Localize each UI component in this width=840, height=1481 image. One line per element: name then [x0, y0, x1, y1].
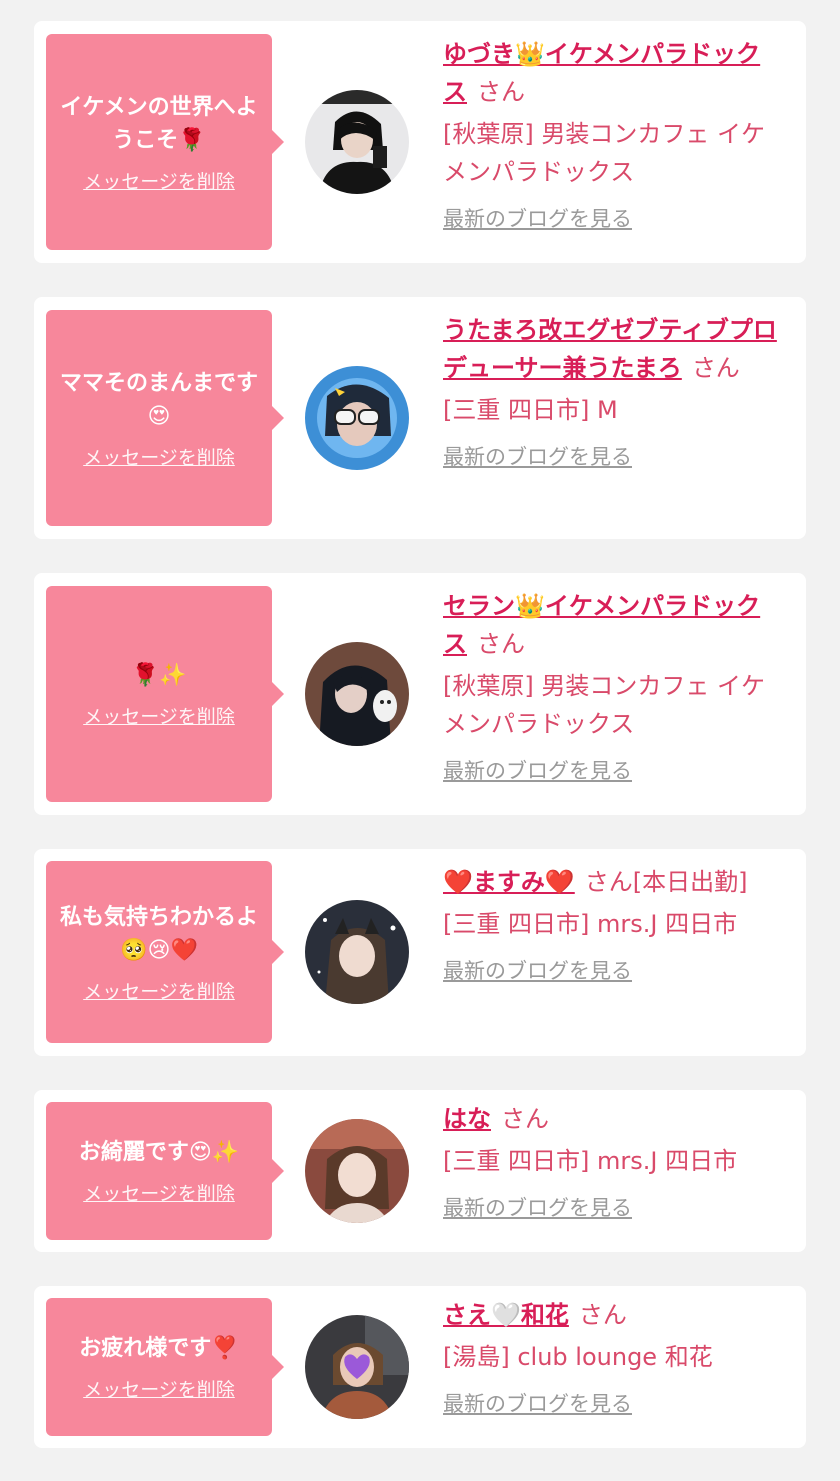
message-bubble: イケメンの世界へようこそ🌹 メッセージを削除	[46, 34, 284, 250]
delete-message-link[interactable]: メッセージを削除	[83, 443, 235, 470]
shop-label: [三重 四日市] M	[443, 396, 618, 424]
message-card: イケメンの世界へようこそ🌹 メッセージを削除 ゆづき👑イケメンパラドックス さん …	[34, 21, 806, 263]
sender-info: はな さん [三重 四日市] mrs.J 四日市 最新のブログを見る	[443, 1100, 783, 1222]
delete-message-link[interactable]: メッセージを削除	[83, 1179, 235, 1206]
honorific: さん	[477, 78, 525, 106]
sender-name-line: さえ🤍和花 さん	[443, 1296, 783, 1334]
message-list: イケメンの世界へようこそ🌹 メッセージを削除 ゆづき👑イケメンパラドックス さん …	[0, 0, 840, 1481]
sender-name-line: ゆづき👑イケメンパラドックス さん	[443, 35, 783, 111]
honorific: さん	[691, 354, 740, 382]
message-text: ママそのまんまです😍	[59, 370, 258, 429]
shop-label: [秋葉原] 男装コンカフェ イケメンパラドックス	[443, 120, 765, 186]
message-text: お綺麗です😍✨	[78, 1140, 240, 1165]
sender-info: さえ🤍和花 さん [湯島] club lounge 和花 最新のブログを見る	[443, 1296, 783, 1418]
shop-label: [三重 四日市] mrs.J 四日市	[443, 910, 738, 938]
sender-name-link[interactable]: さえ🤍和花	[443, 1301, 569, 1329]
latest-blog-link[interactable]: 最新のブログを見る	[443, 1192, 632, 1222]
message-card: 私も気持ちわかるよ🥺😢❤️ メッセージを削除 ❤️ますみ❤️ さん[本日出勤] […	[34, 849, 806, 1056]
message-bubble: お疲れ様です❣️ メッセージを削除	[46, 1298, 284, 1436]
avatar[interactable]	[305, 642, 409, 746]
avatar[interactable]	[305, 1119, 409, 1223]
honorific: さん	[578, 1301, 627, 1329]
delete-message-link[interactable]: メッセージを削除	[83, 977, 235, 1004]
latest-blog-link[interactable]: 最新のブログを見る	[443, 755, 632, 785]
message-text: 🌹✨	[131, 663, 187, 688]
message-text: お疲れ様です❣️	[79, 1336, 239, 1361]
sender-name-link[interactable]: ❤️ますみ❤️	[443, 868, 575, 896]
avatar[interactable]	[305, 90, 409, 194]
avatar[interactable]	[305, 366, 409, 470]
message-card: お綺麗です😍✨ メッセージを削除 はな さん [三重 四日市] mrs.J 四日市…	[34, 1090, 806, 1252]
sender-name-line: うたまろ改エグゼブティブプロデューサー兼うたまろ さん	[443, 311, 783, 387]
message-bubble: お綺麗です😍✨ メッセージを削除	[46, 1102, 284, 1240]
sender-name-line: ❤️ますみ❤️ さん[本日出勤]	[443, 863, 783, 901]
latest-blog-link[interactable]: 最新のブログを見る	[443, 1388, 632, 1418]
sender-info: セラン👑イケメンパラドックス さん [秋葉原] 男装コンカフェ イケメンパラドック…	[443, 587, 783, 785]
sender-name-link[interactable]: はな	[443, 1105, 491, 1133]
honorific: さん	[501, 1105, 549, 1133]
shop-label: [湯島] club lounge 和花	[443, 1343, 713, 1371]
shop-label: [三重 四日市] mrs.J 四日市	[443, 1147, 738, 1175]
delete-message-link[interactable]: メッセージを削除	[83, 1375, 235, 1402]
message-text: イケメンの世界へようこそ🌹	[60, 94, 258, 153]
message-card: 🌹✨ メッセージを削除 セラン👑イケメンパラドックス さん [秋葉原] 男装コンカ…	[34, 573, 806, 815]
message-card: ママそのまんまです😍 メッセージを削除 うたまろ改エグゼブティブプロデューサー兼…	[34, 297, 806, 539]
sender-info: ゆづき👑イケメンパラドックス さん [秋葉原] 男装コンカフェ イケメンパラドック…	[443, 35, 783, 233]
sender-name-line: はな さん	[443, 1100, 783, 1138]
message-bubble: ママそのまんまです😍 メッセージを削除	[46, 310, 284, 526]
avatar[interactable]	[305, 1315, 409, 1419]
latest-blog-link[interactable]: 最新のブログを見る	[443, 203, 632, 233]
latest-blog-link[interactable]: 最新のブログを見る	[443, 441, 632, 471]
message-text: 私も気持ちわかるよ🥺😢❤️	[59, 904, 258, 963]
shop-label: [秋葉原] 男装コンカフェ イケメンパラドックス	[443, 672, 765, 738]
latest-blog-link[interactable]: 最新のブログを見る	[443, 955, 632, 985]
sender-info: ❤️ますみ❤️ さん[本日出勤] [三重 四日市] mrs.J 四日市 最新のブロ…	[443, 863, 783, 985]
message-bubble: 私も気持ちわかるよ🥺😢❤️ メッセージを削除	[46, 861, 284, 1043]
sender-info: うたまろ改エグゼブティブプロデューサー兼うたまろ さん [三重 四日市] M 最新…	[443, 311, 783, 471]
delete-message-link[interactable]: メッセージを削除	[83, 167, 235, 194]
message-card: お疲れ様です❣️ メッセージを削除 さえ🤍和花 さん [湯島] club loun…	[34, 1286, 806, 1448]
message-bubble: 🌹✨ メッセージを削除	[46, 586, 284, 802]
delete-message-link[interactable]: メッセージを削除	[83, 702, 235, 729]
sender-name-line: セラン👑イケメンパラドックス さん	[443, 587, 783, 663]
avatar[interactable]	[305, 900, 409, 1004]
honorific: さん	[477, 630, 525, 658]
honorific: さん[本日出勤]	[584, 868, 748, 896]
